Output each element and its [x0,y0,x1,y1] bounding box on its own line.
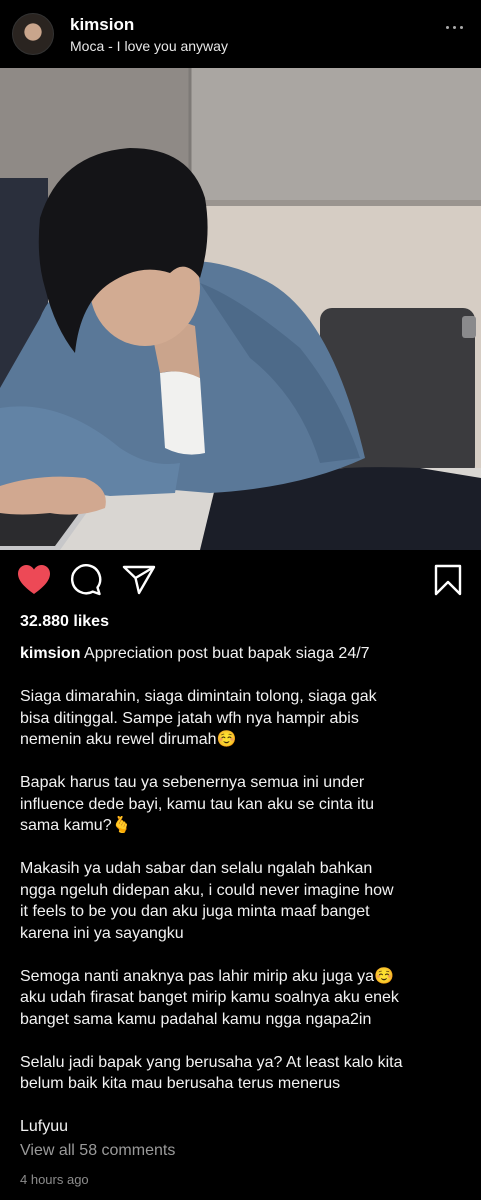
caption-line: nemenin aku rewel dirumah☺️ [20,731,237,748]
post-header: kimsion Moca - I love you anyway [0,0,481,68]
bookmark-icon[interactable] [433,564,463,601]
comment-bubble-icon[interactable] [70,564,102,601]
caption-line: ngga ngeluh didepan aku, i could never i… [20,881,394,899]
heart-filled-icon[interactable] [17,564,51,601]
paper-plane-icon[interactable] [122,564,156,601]
caption-line: Selalu jadi bapak yang berusaha ya? At l… [20,1053,403,1071]
caption-line: sama kamu?🫰 [20,817,132,834]
post-photo[interactable] [0,68,481,550]
post-username[interactable]: kimsion [70,15,134,35]
caption-line: karena ini ya sayangku [20,924,184,942]
caption-line: banget sama kamu padahal kamu ngga ngapa… [20,1010,372,1028]
photo-illustration [0,68,481,550]
caption-line: Siaga dimarahin, siaga dimintain tolong,… [20,688,377,705]
caption-line: influence dede bayi, kamu tau kan aku se… [20,795,374,813]
post-action-bar [0,556,481,604]
caption-line: Makasih ya udah sabar dan selalu ngalah … [20,860,373,877]
caption-line: belum baik kita mau berusaha terus mener… [20,1075,341,1092]
caption-username[interactable]: kimsion [20,645,80,662]
caption-line: it feels to be you dan aku juga minta ma… [20,903,370,920]
caption-line: bisa ditinggal. Sampe jatah wfh nya hamp… [20,709,359,727]
post-timestamp: 4 hours ago [20,1172,89,1187]
profile-avatar[interactable] [12,13,54,55]
caption-line: Semoga nanti anaknya pas lahir mirip aku… [20,967,394,985]
audio-track-label[interactable]: Moca - I love you anyway [70,38,228,54]
caption-line: Bapak harus tau ya sebenernya semua ini … [20,774,365,791]
caption-line: kimsion Appreciation post buat bapak sia… [20,645,370,662]
view-all-comments-link[interactable]: View all 58 comments [20,1142,175,1160]
caption-line: aku udah firasat banget mirip kamu soaln… [20,989,399,1006]
more-dots-icon[interactable] [446,26,463,29]
post-caption: kimsion Appreciation post buat bapak sia… [20,643,468,1138]
caption-line: Lufyuu [20,1118,69,1135]
likes-count[interactable]: 32.880 likes [20,613,109,631]
